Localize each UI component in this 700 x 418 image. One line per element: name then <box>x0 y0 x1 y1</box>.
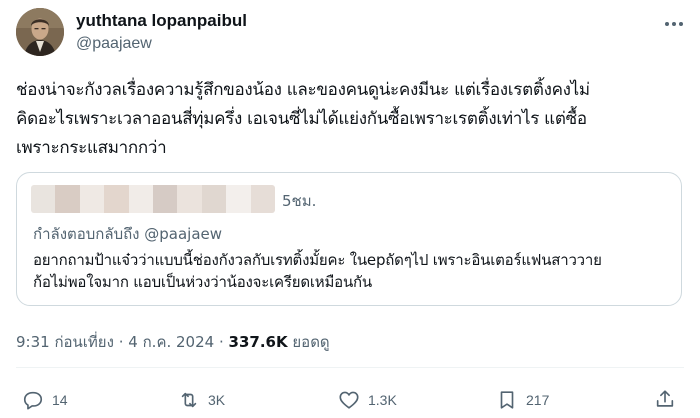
more-icon[interactable] <box>662 14 686 34</box>
tweet: yuthtana lopanpaibul @paajaew ช่องน่าจะก… <box>0 0 700 418</box>
like-icon <box>339 391 359 409</box>
retweet-icon <box>181 392 197 408</box>
tweet-text: ช่องน่าจะกังวลเรื่องความรู้สึกของน้อง แล… <box>16 80 590 158</box>
meta-separator: · <box>118 333 124 351</box>
like-button[interactable]: 1.3K <box>338 388 397 412</box>
views-label: ยอดดู <box>292 333 330 351</box>
author-name[interactable]: yuthtana lopanpaibul <box>76 11 247 31</box>
tweet-date[interactable]: 4 ก.ค. 2024 <box>128 333 214 351</box>
reply-icon <box>23 391 43 410</box>
quoted-tweet[interactable]: 5ชม. กำลังตอบกลับถึง @paajaew อยากถามป้า… <box>16 172 682 306</box>
quote-reply-to: กำลังตอบกลับถึง @paajaew <box>33 225 223 243</box>
retweet-button[interactable]: 3K <box>178 388 225 412</box>
bookmark-icon <box>500 391 514 409</box>
bookmark-count: 217 <box>526 392 550 408</box>
quote-author-blurred <box>31 185 275 213</box>
divider <box>16 367 684 368</box>
views-count: 337.6K <box>228 333 288 351</box>
like-count: 1.3K <box>368 392 397 408</box>
quote-text: อยากถามป้าแจ๋วว่าแบบนี้ช่องกังวลกับเรทติ… <box>33 251 602 291</box>
meta-separator: · <box>218 333 224 351</box>
reply-button[interactable]: 14 <box>22 388 68 412</box>
reply-count: 14 <box>52 392 68 408</box>
tweet-time[interactable]: 9:31 ก่อนเที่ยง <box>16 333 114 351</box>
tweet-meta: 9:31 ก่อนเที่ยง · 4 ก.ค. 2024 · 337.6K ย… <box>16 330 330 354</box>
retweet-count: 3K <box>208 392 226 408</box>
quote-time[interactable]: 5ชม. <box>282 189 316 213</box>
avatar[interactable] <box>16 8 64 56</box>
author-handle[interactable]: @paajaew <box>76 35 152 53</box>
bookmark-button[interactable]: 217 <box>496 388 549 412</box>
share-icon[interactable] <box>654 388 676 410</box>
